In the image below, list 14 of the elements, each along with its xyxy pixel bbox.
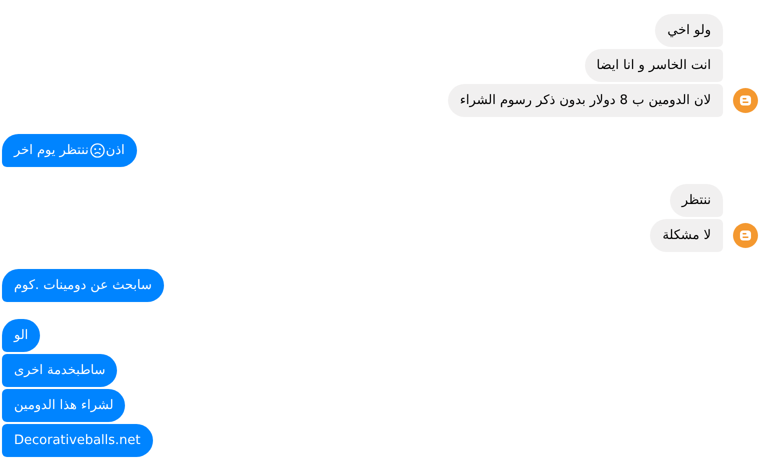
message-bubble: ننتظر: [670, 184, 723, 217]
message-text: اذن: [106, 143, 125, 158]
message-bubble: لا مشكلة: [650, 219, 723, 252]
message-bubble: لان الدومين ب 8 دولار بدون ذكر رسوم الشراء: [448, 84, 723, 117]
avatar-icon: [733, 88, 758, 113]
message-bubble: ساطبخدمة اخرى: [2, 354, 118, 387]
message-bubble: لشراء هذا الدومين: [2, 389, 126, 422]
message-bubble: Decorativeballs.net: [2, 424, 153, 457]
avatar-icon: [733, 223, 758, 248]
message-text: ننتظر يوم اخر: [14, 143, 89, 158]
message-bubble: انت الخاسر و انا ايضا: [584, 49, 723, 82]
message-bubble: الو: [2, 319, 40, 352]
message-bubble: ولو اخي: [655, 14, 723, 47]
message-bubble: سابحث عن دومينات .كوم: [2, 269, 164, 302]
